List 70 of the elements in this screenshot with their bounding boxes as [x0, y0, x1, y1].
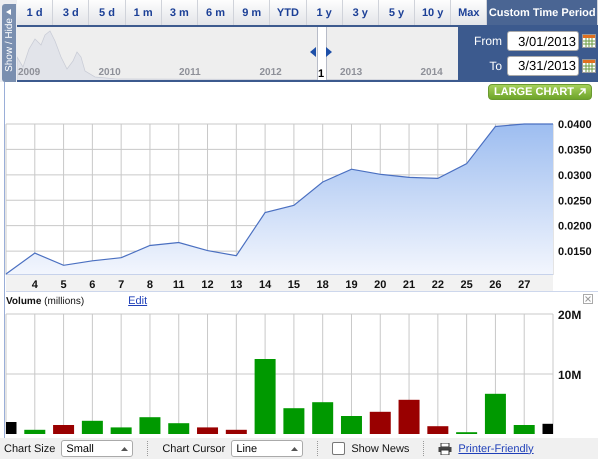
time-period-tab[interactable]: 3 m	[162, 0, 198, 25]
time-period-tab[interactable]: Max	[451, 0, 488, 25]
y-axis-label: 0.0150	[558, 246, 592, 258]
left-right-arrows-icon	[310, 47, 332, 57]
y-axis-label: 0.0200	[558, 220, 592, 233]
time-period-tab[interactable]: Custom Time Period	[487, 0, 598, 25]
printer-icon	[438, 442, 452, 454]
time-period-tab[interactable]: 6 m	[198, 0, 234, 25]
time-period-tab[interactable]: 5 d	[89, 0, 126, 25]
year-label: 2012	[260, 67, 282, 78]
x-axis-label: 20	[374, 279, 386, 291]
chart-cursor-label: Chart Cursor	[162, 442, 226, 454]
x-axis-label: 22	[432, 279, 444, 291]
y-axis-label: 10M	[558, 368, 582, 382]
volume-title: Volume (millions)	[6, 296, 84, 306]
y-axis-label: 0.0300	[558, 170, 592, 182]
show-news-checkbox[interactable]	[332, 442, 346, 455]
time-period-tab[interactable]: 9 m	[234, 0, 270, 25]
from-label: From	[474, 34, 502, 48]
y-axis-label: 20M	[558, 310, 582, 322]
time-period-tab[interactable]: 3 d	[53, 0, 90, 25]
x-axis-label: 14	[258, 279, 272, 291]
time-period-tab[interactable]: YTD	[270, 0, 306, 25]
range-handle[interactable]	[317, 27, 327, 80]
x-axis-label: 4	[32, 279, 38, 291]
calendar-icon[interactable]	[582, 34, 596, 48]
time-period-tab[interactable]: 5 y	[378, 0, 416, 25]
x-axis-label: 21	[402, 279, 416, 291]
edit-link[interactable]: Edit	[128, 295, 148, 307]
x-axis-label: 5	[60, 279, 67, 291]
x-axis-label: 11	[172, 279, 185, 291]
printer-friendly-link[interactable]: Printer-Friendly	[458, 442, 534, 454]
y-axis-label: 0.0400	[558, 119, 592, 131]
handle-label: 1	[318, 68, 324, 80]
time-period-tab[interactable]: 1 y	[306, 0, 343, 25]
y-axis-label: 0.0250	[558, 195, 592, 208]
arrow-icon	[578, 88, 586, 96]
from-date-field[interactable]: 3/01/2013	[507, 31, 579, 52]
caret-icon	[121, 446, 128, 450]
show-news-label: Show News	[351, 442, 410, 454]
chart-cursor-select[interactable]: Line	[231, 440, 304, 457]
year-label: 2014	[420, 67, 443, 78]
time-period-tab[interactable]: 1 m	[126, 0, 162, 25]
to-label: To	[489, 58, 502, 73]
caret-icon	[6, 9, 12, 15]
x-axis-label: 15	[288, 279, 300, 291]
x-axis-label: 19	[345, 279, 358, 291]
y-axis-label: 0.0350	[558, 144, 592, 156]
year-label: 2009	[18, 67, 40, 78]
x-axis-label: 12	[201, 279, 214, 291]
time-period-tab[interactable]: 1 d	[17, 0, 54, 25]
x-axis-label: 26	[489, 279, 502, 291]
x-axis-label: 18	[316, 279, 329, 291]
chart-size-label: Chart Size	[4, 442, 56, 454]
caret-icon	[291, 446, 298, 450]
x-axis-label: 6	[89, 279, 96, 291]
year-label: 2010	[98, 67, 121, 78]
calendar-icon[interactable]	[582, 58, 596, 73]
x-axis-label: 7	[118, 279, 124, 291]
time-period-tab[interactable]: 10 y	[415, 0, 452, 25]
x-axis-label: 25	[460, 279, 473, 291]
x-axis-label: 27	[518, 279, 530, 291]
chart-size-select[interactable]: Small	[61, 440, 134, 457]
close-icon[interactable]	[583, 294, 593, 304]
time-period-tab[interactable]: 3 y	[342, 0, 379, 25]
x-axis-label: 13	[230, 279, 242, 291]
x-axis-label: 8	[146, 279, 153, 291]
to-date-field[interactable]: 3/31/2013	[507, 56, 579, 76]
year-label: 2013	[340, 67, 362, 78]
year-label: 2011	[179, 67, 201, 78]
